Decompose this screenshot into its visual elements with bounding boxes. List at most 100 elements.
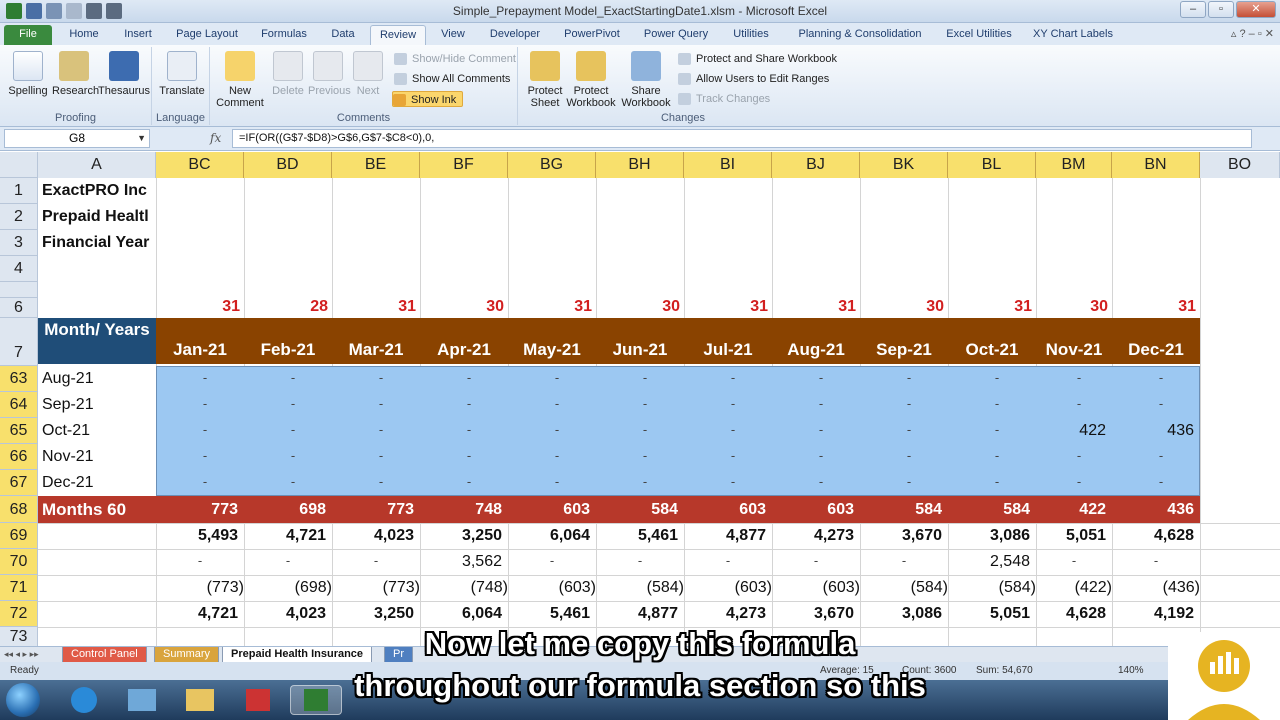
tab-data[interactable]: Data — [324, 25, 362, 45]
show-hide-comment-button[interactable]: Show/Hide Comment — [394, 51, 516, 67]
column-header-a[interactable]: A — [38, 152, 156, 178]
opening-balance-cell[interactable]: 5,461 — [596, 527, 684, 545]
column-header-be[interactable]: BE — [332, 152, 420, 178]
opening-balance-cell[interactable]: 3,086 — [948, 527, 1036, 545]
amortization-cell[interactable]: (748) — [420, 579, 508, 597]
protect-workbook-button[interactable]: Protect Workbook — [566, 51, 616, 109]
show-ink-button[interactable]: Show Ink — [392, 91, 464, 107]
closing-balance-cell[interactable]: 4,273 — [684, 605, 772, 623]
amortization-cell[interactable]: (773) — [156, 579, 244, 597]
row-header-hidden[interactable] — [0, 282, 38, 298]
additions-cell[interactable]: - — [860, 553, 948, 568]
next-comment-button[interactable]: Next — [350, 51, 386, 97]
tab-home[interactable]: Home — [62, 25, 106, 45]
detail-cell[interactable]: - — [156, 474, 244, 489]
total-row-label[interactable]: Months 60 — [42, 500, 126, 520]
tab-file[interactable]: File — [4, 25, 52, 45]
name-box[interactable]: G8 ▼ — [4, 129, 150, 148]
detail-row-label[interactable]: Nov-21 — [42, 448, 152, 466]
month-header-cell[interactable]: Apr-21 — [420, 340, 508, 360]
month-header-cell[interactable]: Oct-21 — [948, 340, 1036, 360]
days-in-month[interactable]: 31 — [684, 298, 772, 318]
chevron-down-icon[interactable]: ▼ — [137, 130, 146, 147]
amortization-cell[interactable]: (773) — [332, 579, 420, 597]
column-header-bl[interactable]: BL — [948, 152, 1036, 178]
row-header-1[interactable]: 1 — [0, 178, 38, 204]
additions-cell[interactable]: - — [156, 553, 244, 568]
detail-cell[interactable]: - — [156, 448, 244, 463]
month-header-cell[interactable]: Sep-21 — [860, 340, 948, 360]
protect-and-share-button[interactable]: Protect and Share Workbook — [678, 51, 837, 67]
closing-balance-cell[interactable]: 5,461 — [508, 605, 596, 623]
close-icon[interactable]: ✕ — [1236, 1, 1276, 18]
month-header-cell[interactable]: Nov-21 — [1036, 340, 1112, 360]
column-header-bh[interactable]: BH — [596, 152, 684, 178]
share-workbook-button[interactable]: Share Workbook — [620, 51, 672, 109]
total-row-cell[interactable]: 773 — [156, 501, 244, 519]
column-header-bk[interactable]: BK — [860, 152, 948, 178]
closing-balance-cell[interactable]: 4,628 — [1036, 605, 1112, 623]
tab-powerpivot[interactable]: PowerPivot — [558, 25, 626, 45]
closing-balance-cell[interactable]: 3,250 — [332, 605, 420, 623]
closing-balance-cell[interactable]: 3,670 — [772, 605, 860, 623]
tab-planning-consolidation[interactable]: Planning & Consolidation — [786, 25, 934, 45]
column-header-bc[interactable]: BC — [156, 152, 244, 178]
row-header-68[interactable]: 68 — [0, 496, 38, 523]
closing-balance-cell[interactable]: 5,051 — [948, 605, 1036, 623]
total-row-cell[interactable]: 603 — [684, 501, 772, 519]
opening-balance-cell[interactable]: 4,877 — [684, 527, 772, 545]
row-header-4[interactable]: 4 — [0, 256, 38, 282]
minimize-icon[interactable]: – — [1180, 1, 1206, 18]
days-in-month[interactable]: 31 — [772, 298, 860, 318]
column-header-bo[interactable]: BO — [1200, 152, 1280, 178]
additions-cell[interactable]: - — [508, 553, 596, 568]
detail-cell[interactable]: - — [860, 422, 948, 437]
detail-cell[interactable]: - — [772, 396, 860, 411]
detail-cell[interactable]: - — [244, 448, 332, 463]
insert-function-icon[interactable]: fx — [210, 131, 221, 145]
days-in-month[interactable]: 31 — [948, 298, 1036, 318]
total-row-cell[interactable]: 773 — [332, 501, 420, 519]
additions-cell[interactable]: - — [1036, 553, 1112, 568]
detail-cell[interactable]: - — [948, 396, 1036, 411]
help-icon[interactable]: ▵ ? – ▫ ✕ — [1231, 27, 1274, 40]
restore-icon[interactable]: ▫ — [1208, 1, 1234, 18]
row-header-64[interactable]: 64 — [0, 392, 38, 418]
formula-input[interactable]: =IF(OR((G$7-$D8)>G$6,G$7-$C8<0),0, — [232, 129, 1252, 148]
row-header-72[interactable]: 72 — [0, 601, 38, 627]
detail-cell[interactable]: - — [244, 370, 332, 385]
worksheet-grid[interactable]: A BC BD BE BF BG BH BI BJ BK BL BM BN BO 1 2 3 4 6 7 63 64… — [0, 152, 1280, 646]
detail-cell[interactable]: - — [948, 370, 1036, 385]
detail-cell[interactable]: - — [948, 448, 1036, 463]
row-header-67[interactable]: 67 — [0, 470, 38, 496]
detail-cell[interactable]: - — [332, 396, 420, 411]
detail-cell[interactable]: - — [948, 474, 1036, 489]
opening-balance-cell[interactable]: 6,064 — [508, 527, 596, 545]
detail-cell[interactable]: - — [420, 370, 508, 385]
detail-cell[interactable]: - — [596, 448, 684, 463]
additions-cell[interactable]: - — [684, 553, 772, 568]
amortization-cell[interactable]: (436) — [1112, 579, 1200, 597]
closing-balance-cell[interactable]: 4,721 — [156, 605, 244, 623]
amortization-cell[interactable]: (584) — [860, 579, 948, 597]
detail-cell[interactable]: - — [332, 370, 420, 385]
row-header-70[interactable]: 70 — [0, 549, 38, 575]
tab-insert[interactable]: Insert — [116, 25, 160, 45]
tab-utilities[interactable]: Utilities — [726, 25, 776, 45]
additions-cell[interactable]: - — [332, 553, 420, 568]
detail-cell[interactable]: - — [1036, 448, 1112, 463]
detail-row-label[interactable]: Dec-21 — [42, 474, 152, 492]
tab-view[interactable]: View — [434, 25, 472, 45]
tab-review[interactable]: Review — [370, 25, 426, 45]
detail-cell[interactable]: - — [244, 396, 332, 411]
detail-cell[interactable]: - — [772, 370, 860, 385]
detail-cell[interactable]: - — [244, 422, 332, 437]
detail-cell[interactable]: - — [332, 422, 420, 437]
detail-cell[interactable]: - — [1036, 474, 1112, 489]
detail-cell[interactable]: - — [684, 370, 772, 385]
row-header-65[interactable]: 65 — [0, 418, 38, 444]
amortization-cell[interactable]: (698) — [244, 579, 332, 597]
month-header-cell[interactable]: Aug-21 — [772, 340, 860, 360]
closing-balance-cell[interactable]: 4,877 — [596, 605, 684, 623]
amortization-cell[interactable]: (603) — [508, 579, 596, 597]
